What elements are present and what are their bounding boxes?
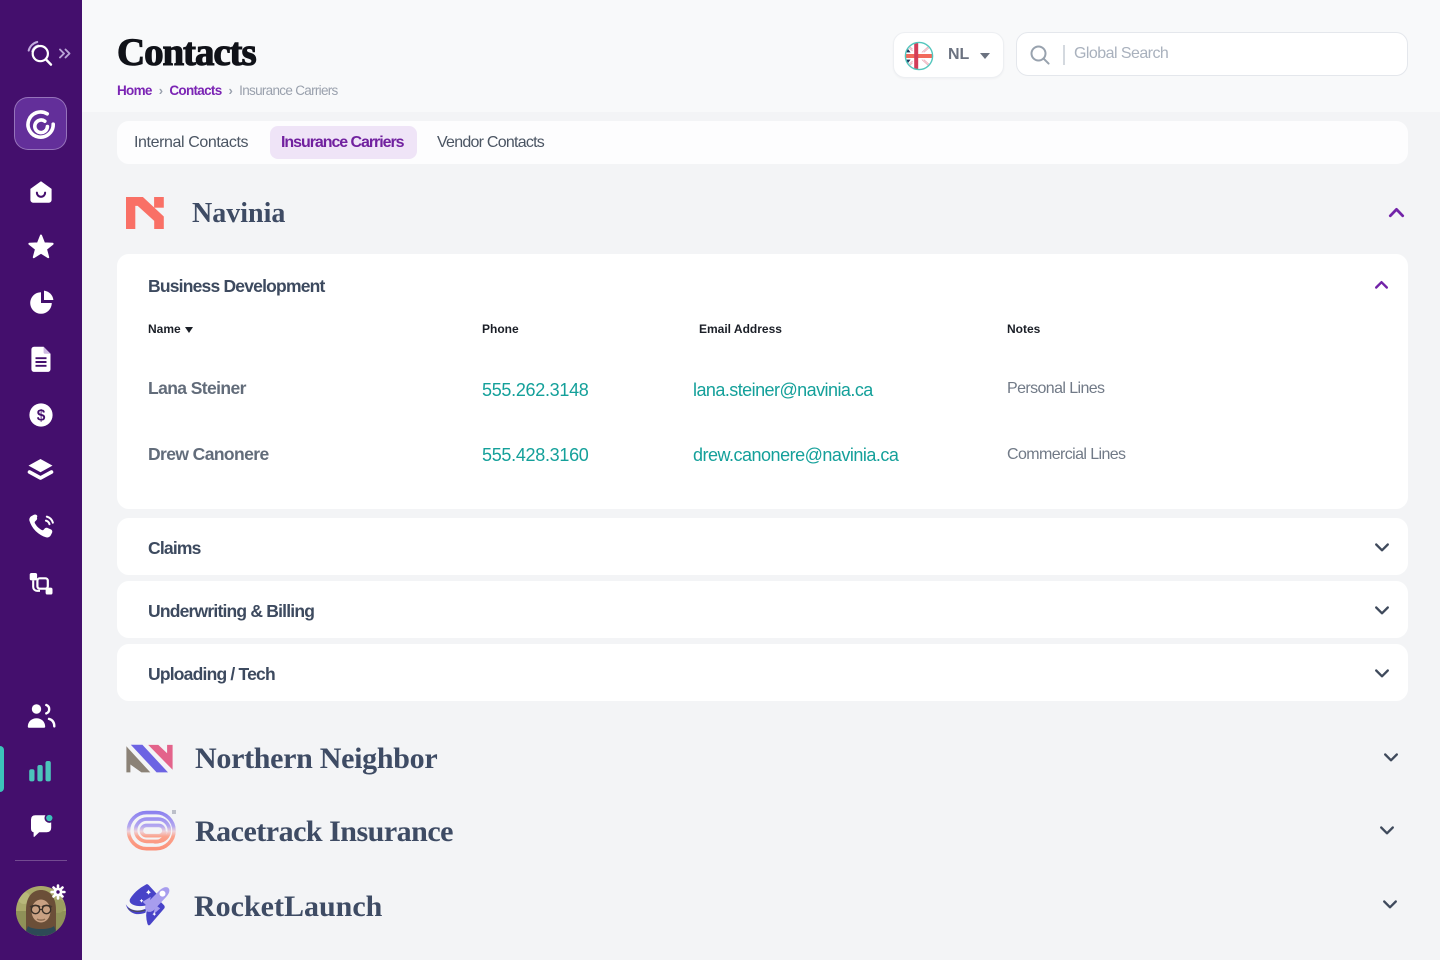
svg-text:$: $ [37, 408, 46, 425]
